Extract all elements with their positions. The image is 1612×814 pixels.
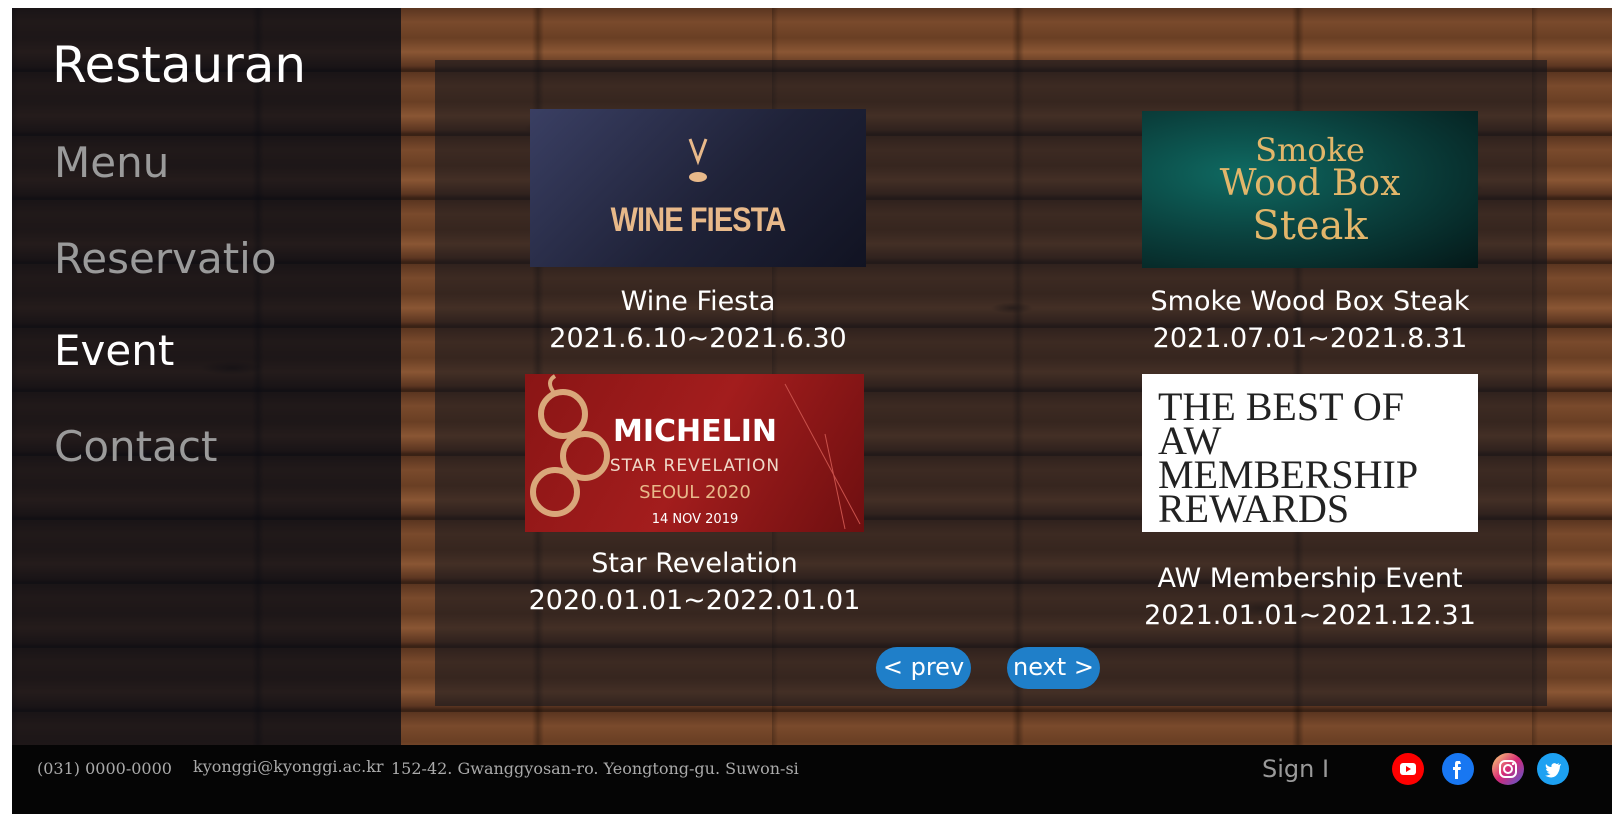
event-title[interactable]: Wine Fiesta — [530, 286, 866, 317]
event-title[interactable]: AW Membership Event — [1142, 563, 1478, 594]
youtube-icon[interactable] — [1392, 753, 1424, 785]
instagram-icon[interactable] — [1492, 753, 1524, 785]
michelin-star-icon — [530, 374, 861, 530]
banner-line: Steak — [1252, 203, 1368, 249]
footer-address: 152-42. Gwanggyosan-ro. Yeongtong-gu. Su… — [391, 759, 799, 778]
nav-event[interactable]: Event — [54, 326, 354, 375]
wine-glass-icon — [688, 138, 708, 182]
facebook-icon — [1453, 761, 1461, 779]
banner-line: MICHELIN — [612, 414, 778, 449]
next-button[interactable]: next > — [1007, 647, 1100, 689]
footer-phone: (031) 0000-0000 — [37, 759, 172, 778]
event-title[interactable]: Star Revelation — [525, 548, 864, 579]
page: Restauran Menu Reservatio Event Contact … — [12, 8, 1612, 814]
banner-line: STAR REVELATION — [609, 456, 781, 476]
facebook-icon[interactable] — [1442, 753, 1474, 785]
event-date: 2021.07.01~2021.8.31 — [1152, 323, 1468, 354]
smoke-wood-box-steak-banner[interactable]: Smoke Wood Box Steak — [1142, 111, 1478, 268]
footer: (031) 0000-0000 kyonggi@kyonggi.ac.kr 15… — [12, 745, 1612, 814]
prev-button[interactable]: < prev — [876, 647, 971, 689]
banner-line: Wood Box — [1219, 163, 1401, 204]
footer-email[interactable]: kyonggi@kyonggi.ac.kr — [193, 757, 384, 776]
banner-line: 14 NOV 2019 — [651, 512, 739, 527]
event-title[interactable]: Smoke Wood Box Steak — [1142, 286, 1478, 317]
event-date: 2020.01.01~2022.01.01 — [528, 585, 861, 616]
wine-fiesta-banner[interactable]: WINE FIESTA — [530, 109, 866, 267]
michelin-star-revelation-banner[interactable]: MICHELIN STAR REVELATION SEOUL 2020 14 N… — [525, 374, 864, 532]
youtube-icon — [1400, 763, 1416, 775]
nav-reservation[interactable]: Reservatio — [54, 234, 354, 283]
event-date: 2021.01.01~2021.12.31 — [1144, 600, 1476, 631]
sign-in-link[interactable]: Sign I — [1262, 755, 1332, 783]
instagram-icon — [1499, 760, 1517, 778]
banner-line: REWARDS — [1158, 486, 1350, 531]
event-date: 2021.6.10~2021.6.30 — [549, 323, 847, 354]
brand-title[interactable]: Restauran — [52, 36, 322, 94]
nav-menu[interactable]: Menu — [54, 138, 354, 187]
banner-line: SEOUL 2020 — [639, 482, 751, 503]
nav-contact[interactable]: Contact — [54, 422, 354, 471]
twitter-icon[interactable] — [1537, 753, 1569, 785]
wine-fiesta-banner-text: WINE FIESTA — [610, 201, 787, 239]
sidebar: Restauran Menu Reservatio Event Contact — [12, 8, 401, 765]
aw-membership-banner[interactable]: THE BEST OF AW MEMBERSHIP REWARDS — [1142, 374, 1478, 532]
twitter-icon — [1545, 763, 1561, 778]
